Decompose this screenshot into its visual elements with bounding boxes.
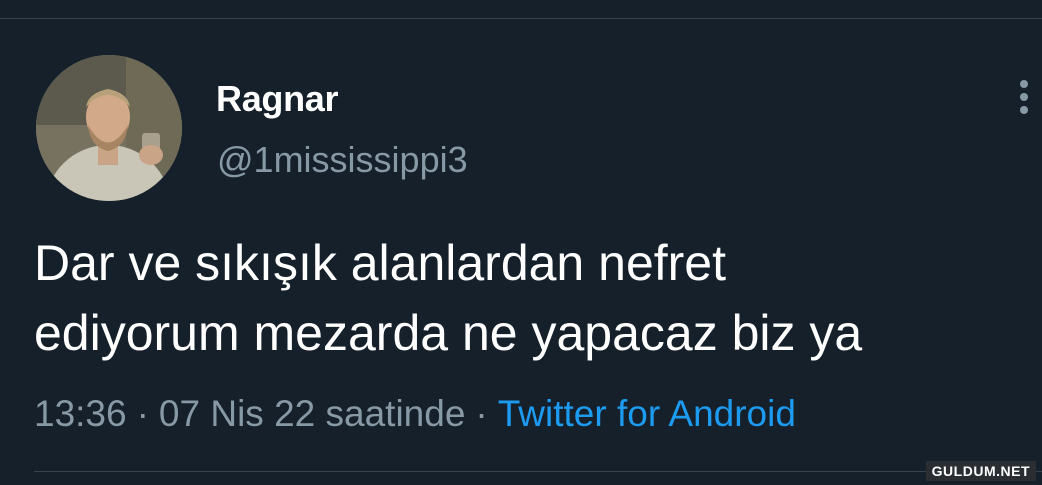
more-vertical-icon[interactable] bbox=[1012, 78, 1036, 118]
watermark-logo: GULDUM.NET bbox=[925, 461, 1036, 481]
top-divider bbox=[0, 18, 1042, 19]
tweet-text-line-1: Dar ve sıkışık alanlardan nefret bbox=[34, 235, 726, 291]
tweet-source-link[interactable]: Twitter for Android bbox=[498, 393, 796, 434]
tweet-meta: 13:36 · 07 Nis 22 saatinde · Twitter for And… bbox=[34, 393, 796, 435]
meta-separator: · bbox=[136, 393, 149, 434]
tweet-text: Dar ve sıkışık alanlardan nefret ediyoru… bbox=[34, 228, 1024, 368]
avatar-image bbox=[36, 55, 182, 201]
tweet-time[interactable]: 13:36 bbox=[34, 393, 127, 434]
author-handle[interactable]: @1mississippi3 bbox=[217, 139, 468, 181]
tweet-page: Ragnar @1mississippi3 Dar ve sıkışık ala… bbox=[0, 0, 1042, 485]
tweet-date[interactable]: 07 Nis 22 saatinde bbox=[159, 393, 465, 434]
avatar[interactable] bbox=[36, 55, 182, 201]
tweet-text-line-2: ediyorum mezarda ne yapacaz biz ya bbox=[34, 305, 863, 361]
bottom-divider bbox=[34, 471, 1042, 472]
author-display-name[interactable]: Ragnar bbox=[216, 78, 339, 120]
meta-separator: · bbox=[475, 393, 488, 434]
